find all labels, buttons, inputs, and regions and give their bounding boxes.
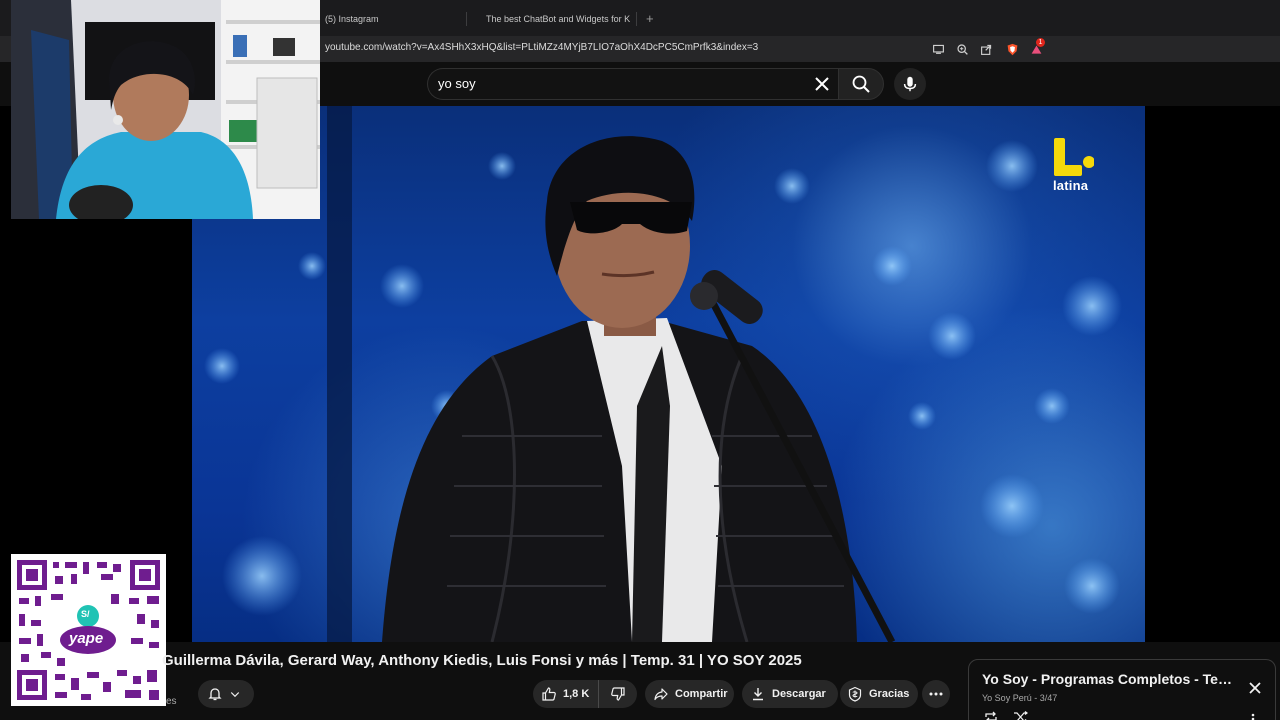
- dislike-button[interactable]: [599, 680, 637, 708]
- search-input[interactable]: [438, 76, 798, 91]
- video-title: Guillerma Dávila, Gerard Way, Anthony Ki…: [162, 652, 802, 669]
- qr-brand-text: yape: [69, 630, 104, 647]
- tab-instagram[interactable]: (5) Instagram: [325, 8, 379, 30]
- share-button[interactable]: Compartir: [645, 680, 734, 708]
- qr-currency-text: S/: [81, 609, 90, 619]
- notification-bell-button[interactable]: [198, 680, 254, 708]
- shuffle-button[interactable]: [1013, 710, 1029, 720]
- tab-separator: [466, 12, 467, 26]
- search-box[interactable]: [427, 68, 839, 100]
- mic-icon: [903, 76, 917, 92]
- video-frame[interactable]: latina: [192, 106, 1145, 642]
- subscriber-count-fragment: es: [166, 696, 177, 707]
- like-button[interactable]: 1,8 K: [533, 680, 599, 708]
- brave-rewards-icon[interactable]: 1: [1028, 38, 1045, 57]
- playlist-panel: Yo Soy - Programas Completos - Temporada…: [968, 659, 1276, 720]
- zoom-icon[interactable]: [954, 41, 970, 57]
- thumbs-down-icon: [611, 687, 625, 701]
- super-thanks-icon: [848, 686, 862, 702]
- loop-button[interactable]: [983, 710, 999, 720]
- share-icon: [654, 688, 668, 701]
- close-icon: [815, 77, 829, 91]
- search-icon: [852, 75, 870, 93]
- shuffle-icon: [1014, 711, 1028, 720]
- network-logo-text: latina: [1053, 178, 1089, 193]
- stage-column: [327, 106, 352, 642]
- download-icon: [753, 688, 763, 701]
- clear-search-button[interactable]: [812, 74, 832, 94]
- new-tab-button[interactable]: +: [646, 7, 654, 29]
- new-tab-label: +: [646, 10, 654, 26]
- url-field[interactable]: youtube.com/watch?v=Ax4SHhX3xHQ&list=PLt…: [325, 42, 758, 53]
- like-dislike-group: 1,8 K: [533, 680, 637, 708]
- like-count: 1,8 K: [563, 688, 590, 700]
- playlist-title[interactable]: Yo Soy - Programas Completos - Temporada…: [982, 671, 1232, 687]
- download-button[interactable]: Descargar: [742, 680, 838, 708]
- cast-icon[interactable]: [930, 41, 946, 57]
- chevron-down-icon: [230, 692, 240, 698]
- more-vertical-icon: [1251, 713, 1255, 720]
- tab-label: The best ChatBot and Widgets for Ki: [486, 14, 630, 24]
- search-button[interactable]: [838, 68, 884, 100]
- brave-shield-icon[interactable]: [1004, 41, 1020, 57]
- playlist-close-button[interactable]: [1247, 680, 1263, 696]
- network-logo: latina: [1053, 138, 1098, 198]
- playlist-position: 3/47: [1039, 693, 1058, 703]
- webcam-overlay: [11, 0, 320, 219]
- playlist-channel[interactable]: Yo Soy Perú: [982, 693, 1032, 703]
- thanks-button[interactable]: Gracias: [840, 680, 918, 708]
- share-page-icon[interactable]: [978, 41, 994, 57]
- performer: [382, 136, 857, 642]
- tab-chatbot[interactable]: The best ChatBot and Widgets for Ki: [480, 8, 630, 30]
- tab-separator: [636, 12, 637, 26]
- more-horizontal-icon: [929, 692, 943, 696]
- playlist-meta: Yo Soy Perú - 3/47: [982, 693, 1057, 703]
- bell-icon: [208, 688, 222, 701]
- more-actions-button[interactable]: [922, 680, 950, 708]
- playlist-more-button[interactable]: [1250, 712, 1256, 720]
- thanks-label: Gracias: [869, 688, 910, 700]
- extension-badge: 1: [1036, 38, 1045, 47]
- close-icon: [1249, 682, 1261, 694]
- yape-qr-code: S/ yape: [11, 554, 166, 706]
- download-label: Descargar: [772, 688, 826, 700]
- webcam-scene: [11, 0, 320, 219]
- thumbs-up-icon: [542, 687, 556, 701]
- loop-icon: [985, 711, 997, 720]
- voice-search-button[interactable]: [894, 68, 926, 100]
- latina-logo-icon: [1054, 138, 1094, 176]
- tab-label: (5) Instagram: [325, 14, 379, 24]
- share-label: Compartir: [675, 688, 728, 700]
- video-scene: [204, 106, 1122, 642]
